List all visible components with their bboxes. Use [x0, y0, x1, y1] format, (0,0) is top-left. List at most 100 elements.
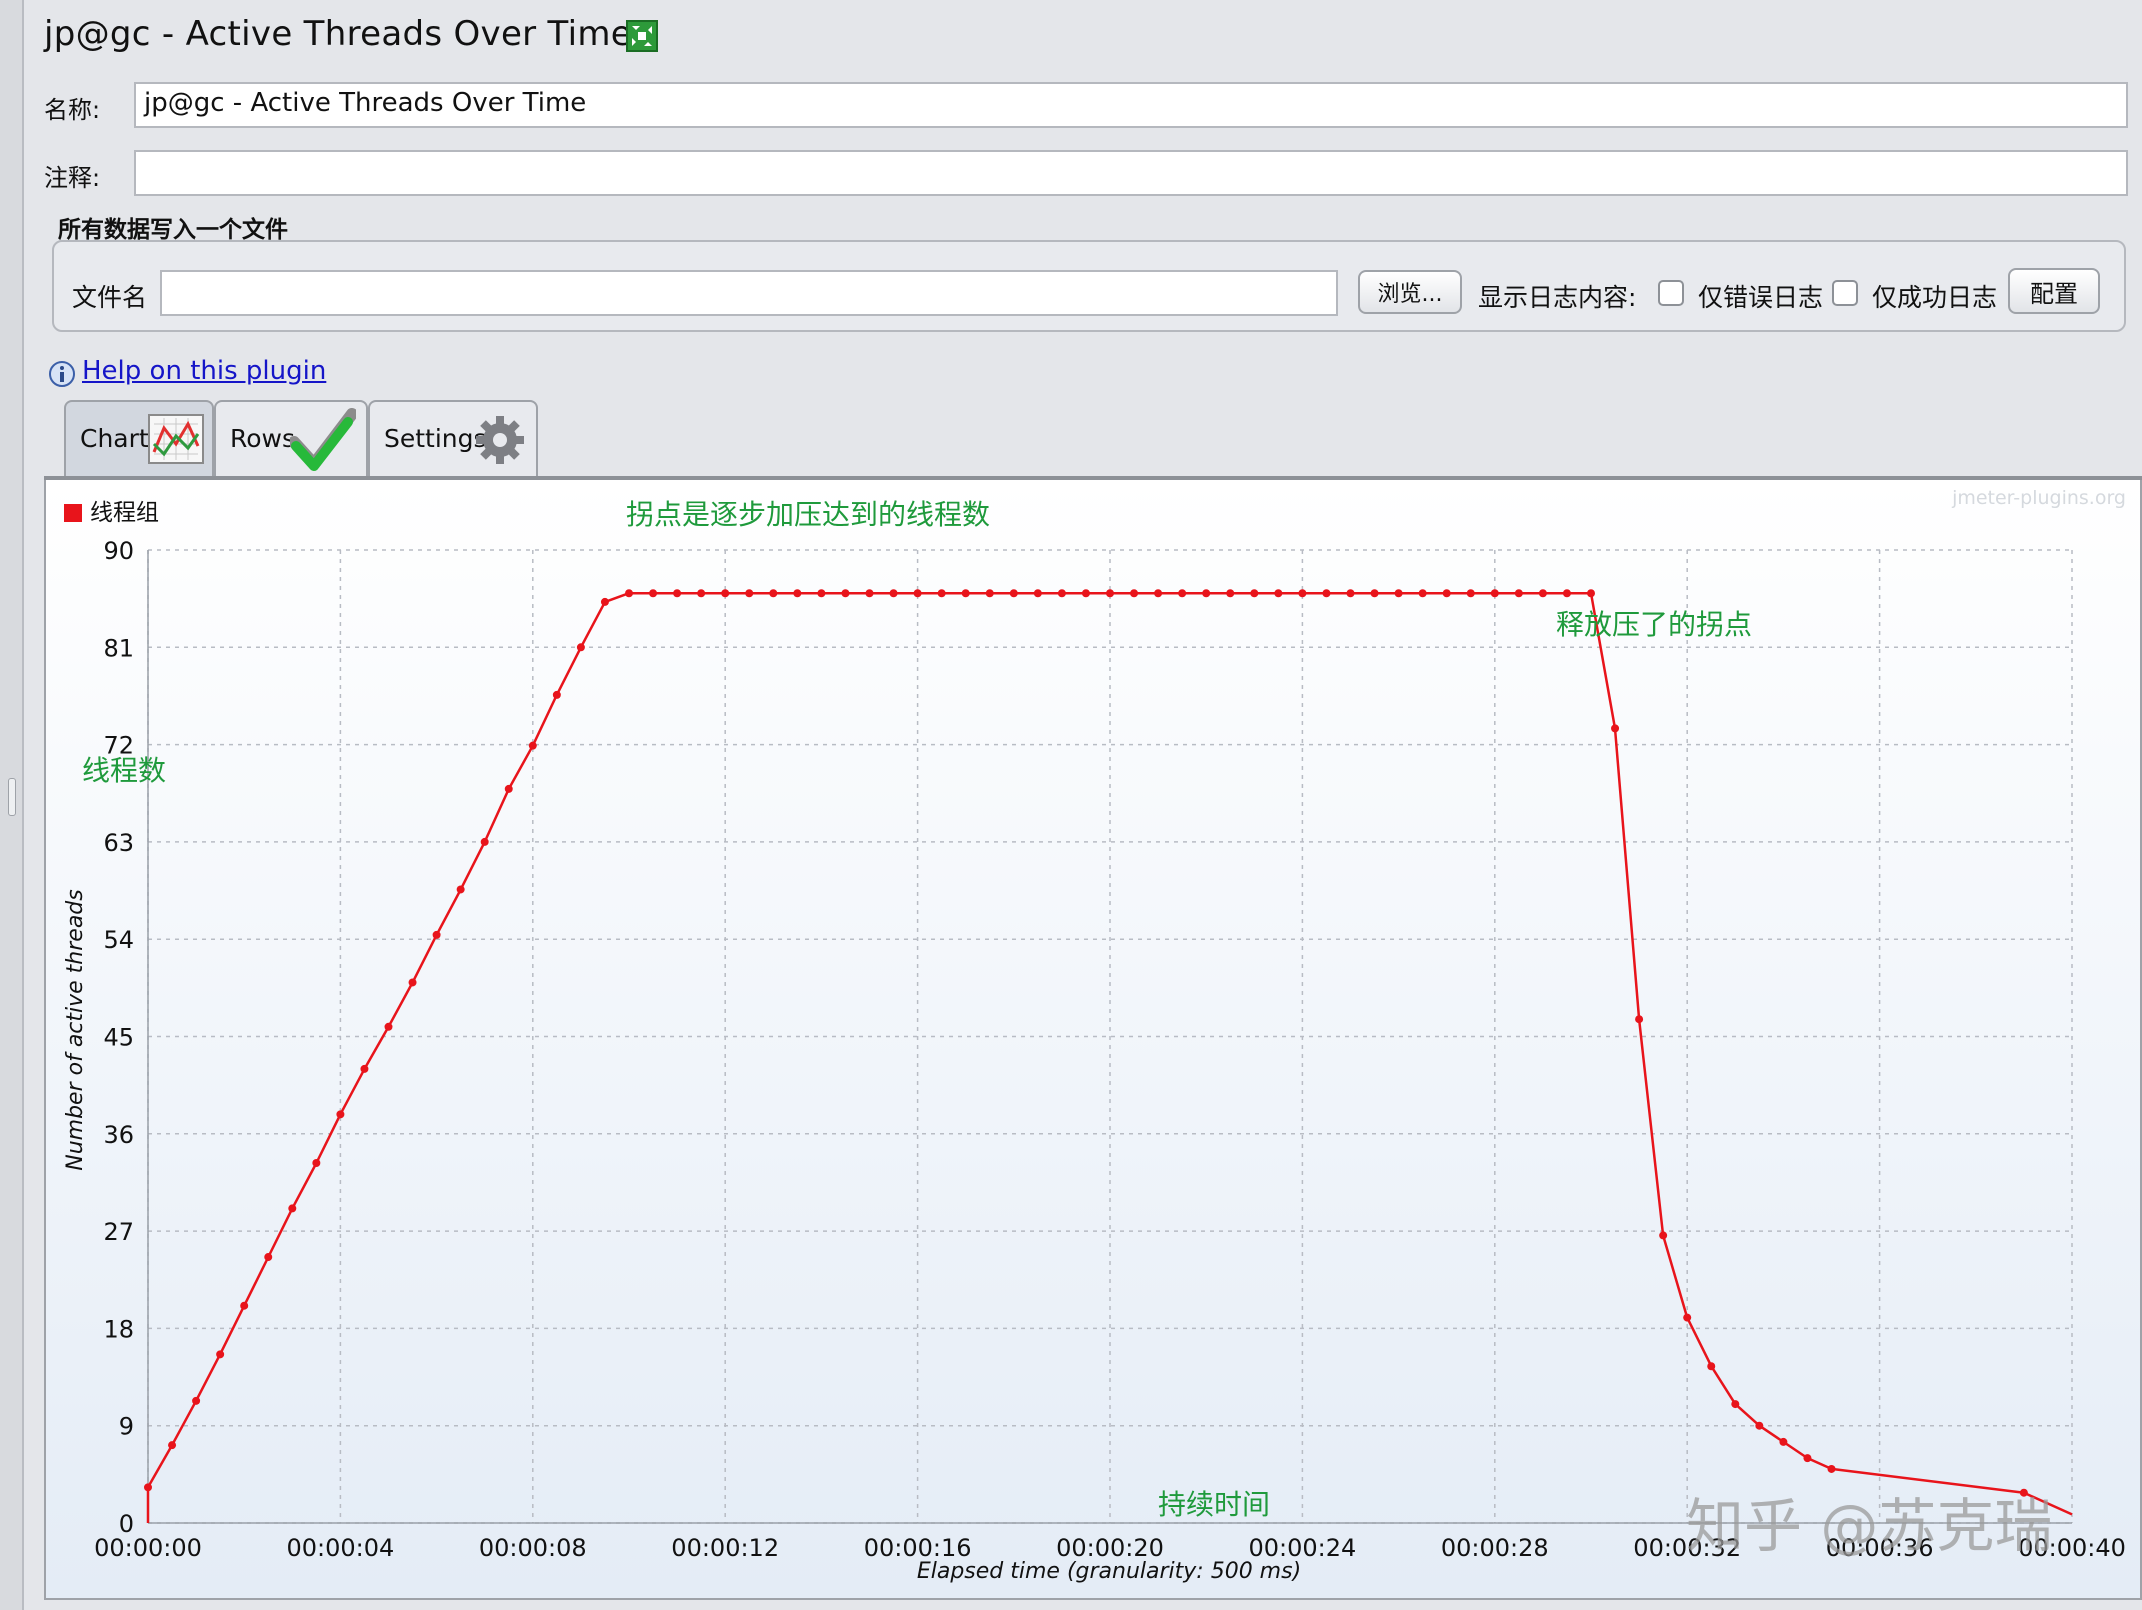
tab-rows-label: Rows	[230, 424, 296, 453]
data-point	[625, 589, 633, 598]
y-tick-label: 63	[103, 829, 134, 857]
splitter-handle[interactable]	[8, 778, 16, 816]
y-tick-label: 90	[103, 537, 134, 565]
tab-settings[interactable]: Settings	[368, 400, 538, 476]
data-point	[817, 589, 826, 598]
data-point	[1659, 1231, 1668, 1240]
data-point	[889, 589, 898, 598]
data-point	[408, 978, 417, 987]
y-tick-label: 54	[103, 926, 134, 954]
data-point	[1827, 1464, 1836, 1473]
data-point	[216, 1350, 225, 1359]
data-point	[552, 690, 561, 699]
errors-only-checkbox[interactable]	[1658, 280, 1684, 306]
data-point	[793, 589, 802, 598]
data-point	[1226, 589, 1235, 598]
annotation-ramp-down: 释放压了的拐点	[1556, 608, 1752, 641]
annotation-threads: 线程数	[82, 754, 166, 787]
data-point	[1779, 1437, 1788, 1446]
y-tick-label: 36	[103, 1121, 134, 1149]
tab-rows[interactable]: Rows	[214, 400, 368, 476]
data-point	[240, 1301, 249, 1310]
data-point	[1346, 589, 1355, 598]
data-point	[288, 1204, 297, 1213]
x-tick-label: 00:00:28	[1441, 1534, 1549, 1562]
x-tick-label: 00:00:00	[94, 1534, 202, 1562]
info-icon	[49, 361, 75, 387]
x-axis-title: Elapsed time (granularity: 500 ms)	[917, 1559, 1301, 1584]
help-link[interactable]: Help on this plugin	[82, 356, 326, 386]
y-tick-label: 45	[103, 1024, 134, 1052]
data-point	[1274, 589, 1283, 598]
errors-only-label: 仅错误日志	[1698, 283, 1824, 312]
data-point	[1370, 589, 1379, 598]
data-point	[576, 643, 585, 652]
chart-panel: jmeter-plugins.org 线程组 0 9 18 27 36 45 54 63 72 8…	[44, 480, 2142, 1600]
y-tick-label: 18	[103, 1315, 134, 1343]
data-point	[528, 741, 537, 750]
data-point	[336, 1110, 345, 1119]
data-point	[264, 1253, 273, 1262]
data-point	[480, 837, 489, 846]
data-point	[1394, 589, 1403, 598]
data-point	[1562, 589, 1571, 598]
name-input[interactable]: jp@gc - Active Threads Over Time	[134, 82, 2128, 128]
name-label: 名称:	[44, 96, 101, 124]
y-tick-label: 27	[103, 1218, 134, 1246]
data-point	[1298, 589, 1307, 598]
gear-icon	[476, 416, 524, 464]
data-point	[985, 589, 994, 598]
x-tick-label: 00:00:16	[864, 1534, 972, 1562]
expand-icon[interactable]	[626, 20, 658, 52]
data-point	[1731, 1400, 1740, 1409]
file-group-title: 所有数据写入一个文件	[58, 217, 288, 243]
configure-button[interactable]: 配置	[2008, 268, 2100, 314]
data-point	[432, 930, 441, 939]
data-point	[1081, 589, 1090, 598]
data-point	[649, 589, 658, 598]
filename-label: 文件名	[72, 283, 148, 312]
data-point	[1707, 1362, 1716, 1371]
data-point	[1106, 589, 1114, 598]
data-point	[168, 1441, 177, 1450]
data-point	[769, 589, 778, 598]
checkmark-icon	[290, 408, 356, 471]
comment-input[interactable]	[134, 150, 2128, 196]
data-point	[721, 589, 730, 598]
legend-swatch	[64, 504, 82, 522]
x-tick-label: 00:00:08	[479, 1534, 587, 1562]
data-point	[1683, 1313, 1692, 1322]
data-point	[1803, 1454, 1812, 1463]
data-point	[504, 784, 513, 793]
left-panel-edge	[0, 0, 24, 1610]
data-point	[865, 589, 874, 598]
data-point	[673, 589, 682, 598]
x-tick-label: 00:00:24	[1249, 1534, 1357, 1562]
data-point	[1418, 589, 1427, 598]
page-title: jp@gc - Active Threads Over Time	[44, 14, 632, 54]
data-point	[1442, 589, 1451, 598]
success-only-checkbox[interactable]	[1832, 280, 1858, 306]
data-point	[1154, 589, 1163, 598]
data-point	[1587, 589, 1595, 598]
data-point	[841, 589, 850, 598]
log-display-label: 显示日志内容:	[1478, 283, 1637, 312]
data-point	[1755, 1421, 1764, 1430]
browse-button[interactable]: 浏览...	[1358, 270, 1462, 314]
data-point	[192, 1396, 201, 1405]
filename-input[interactable]	[160, 270, 1338, 316]
tab-chart[interactable]: Chart	[64, 400, 214, 476]
data-point	[1490, 589, 1499, 598]
data-point	[745, 589, 754, 598]
x-tick-label: 00:00:04	[287, 1534, 395, 1562]
data-point	[384, 1022, 393, 1031]
data-point	[1514, 589, 1523, 598]
active-threads-chart: jmeter-plugins.org 线程组 09182736455463728…	[46, 480, 2140, 1598]
data-point	[1057, 589, 1066, 598]
data-point	[697, 589, 706, 598]
data-point	[961, 589, 970, 598]
annotation-duration: 持续时间	[1158, 1488, 1270, 1521]
data-point	[913, 589, 922, 598]
data-point	[937, 589, 946, 598]
data-point	[600, 597, 609, 606]
